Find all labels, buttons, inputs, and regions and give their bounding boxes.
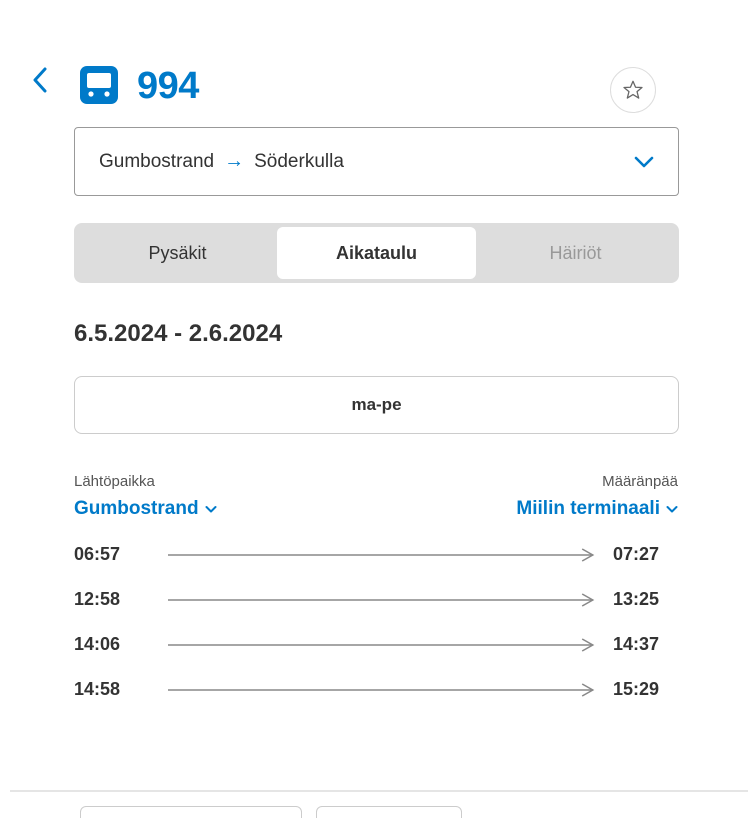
- tab-timetable[interactable]: Aikataulu: [277, 227, 476, 279]
- trip-row: 14:06 14:37: [74, 622, 679, 667]
- arrow-right-icon: [168, 682, 595, 697]
- departure-stop-select[interactable]: Gumbostrand: [74, 498, 217, 520]
- direction-to: Söderkulla: [254, 150, 344, 172]
- bottom-action-button[interactable]: [80, 806, 302, 818]
- trip-row: 06:57 07:27: [74, 532, 679, 577]
- day-selector[interactable]: ma-pe: [74, 376, 679, 434]
- destination-stop-select[interactable]: Miilin terminaali: [516, 498, 678, 520]
- favourite-button[interactable]: [610, 67, 656, 113]
- departure-time: 14:58: [74, 679, 121, 699]
- arrow-right-icon: [168, 592, 595, 607]
- direction-from: Gumbostrand: [99, 150, 215, 172]
- destination-stop-name: Miilin terminaali: [516, 498, 660, 519]
- tab-stops[interactable]: Pysäkit: [78, 227, 277, 279]
- tab-bar: Pysäkit Aikataulu Häiriöt: [74, 223, 679, 283]
- date-range: 6.5.2024 - 2.6.2024: [74, 320, 283, 347]
- arrival-time: 14:37: [613, 634, 660, 654]
- departure-time: 06:57: [74, 544, 121, 564]
- back-button[interactable]: [26, 60, 54, 100]
- tab-disruptions[interactable]: Häiriöt: [476, 227, 675, 279]
- departure-time: 12:58: [74, 589, 121, 609]
- bus-icon: [80, 66, 118, 104]
- direction-text: Gumbostrand → Söderkulla: [99, 150, 344, 173]
- arrival-time: 15:29: [613, 679, 660, 699]
- chevron-left-icon: [33, 67, 47, 93]
- arrival-time: 13:25: [613, 589, 660, 609]
- trip-row: 14:58 15:29: [74, 667, 679, 712]
- arrow-right-icon: [168, 637, 595, 652]
- direction-select[interactable]: Gumbostrand → Söderkulla: [74, 127, 679, 196]
- bottom-action-button-secondary[interactable]: [316, 806, 462, 818]
- trip-list: 06:57 07:27 12:58 13:25 14:06 14:37 14:5…: [74, 532, 679, 712]
- destination-label: Määränpää: [602, 473, 678, 490]
- departure-time: 14:06: [74, 634, 121, 654]
- chevron-down-icon: [634, 156, 654, 167]
- departure-label: Lähtöpaikka: [74, 473, 155, 490]
- arrow-right-icon: [168, 547, 595, 562]
- star-outline-icon: [623, 80, 643, 99]
- chevron-down-icon: [666, 505, 678, 512]
- departure-stop-name: Gumbostrand: [74, 498, 199, 519]
- trip-row: 12:58 13:25: [74, 577, 679, 622]
- arrow-right-icon: →: [224, 150, 245, 172]
- bottom-divider: [10, 790, 748, 792]
- arrival-time: 07:27: [613, 544, 660, 564]
- route-number: 994: [137, 65, 199, 107]
- chevron-down-icon: [205, 505, 217, 512]
